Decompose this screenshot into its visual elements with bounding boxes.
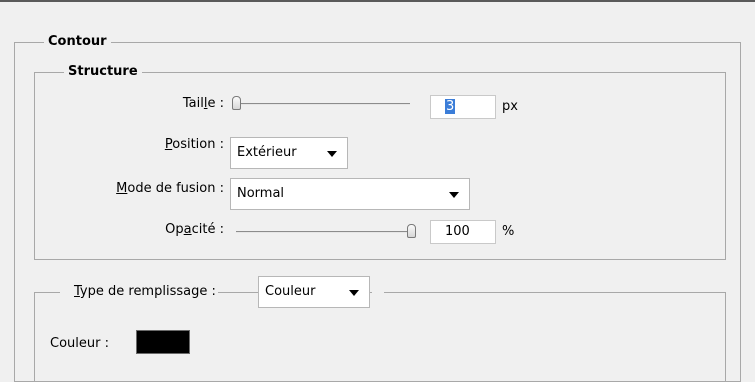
remplissage-type-value: Couleur — [265, 284, 316, 299]
couleur-label: Couleur : — [50, 336, 109, 351]
taille-unit: px — [502, 99, 518, 114]
legend-gap — [372, 276, 384, 308]
window-top-border — [0, 0, 755, 2]
position-value: Extérieur — [237, 145, 297, 160]
remplissage-type-label: Type de remplissage : — [60, 284, 218, 300]
taille-slider-track[interactable] — [236, 103, 410, 105]
taille-label: Taille : — [182, 96, 224, 111]
structure-title: Structure — [64, 64, 142, 80]
contour-title: Contour — [44, 34, 111, 50]
taille-value: 3 — [445, 99, 456, 114]
opacite-unit: % — [502, 224, 515, 239]
opacite-label: Opacité : — [165, 222, 224, 237]
mode-label: Mode de fusion : — [116, 181, 224, 196]
opacite-input[interactable]: 100 — [430, 220, 496, 244]
opacite-slider-track[interactable] — [236, 231, 416, 233]
chevron-down-icon — [449, 192, 459, 198]
couleur-swatch[interactable] — [136, 330, 190, 354]
remplissage-type-dropdown[interactable]: Couleur — [258, 276, 370, 308]
taille-slider-thumb[interactable] — [232, 96, 241, 110]
taille-input[interactable]: 3 — [430, 95, 496, 119]
chevron-down-icon — [327, 151, 337, 157]
opacite-slider-thumb[interactable] — [407, 224, 416, 238]
chevron-down-icon — [349, 290, 359, 296]
position-label: Position : — [164, 137, 224, 152]
mode-value: Normal — [237, 186, 285, 201]
position-dropdown[interactable]: Extérieur — [230, 137, 348, 169]
opacite-value: 100 — [445, 224, 470, 239]
mode-dropdown[interactable]: Normal — [230, 178, 470, 210]
